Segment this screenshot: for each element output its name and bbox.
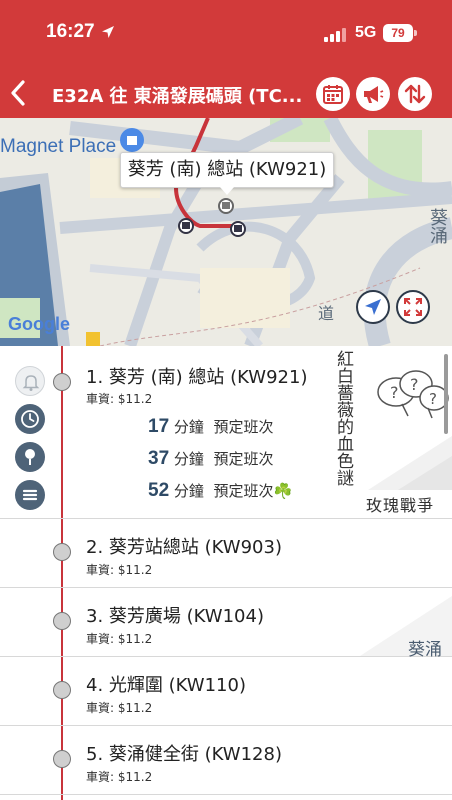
stop-item[interactable]: 5. 葵涌健全街 (KW128) 車資: $11.2: [0, 726, 452, 795]
eta-unit: 分鐘: [173, 482, 204, 500]
app-header: 16:27 5G 79 E32A 往 東涌發展碼頭 (TC...: [0, 0, 452, 120]
stop-item[interactable]: 1. 葵芳 (南) 總站 (KW921) 車資: $11.2 17 分鐘 預定班…: [0, 346, 452, 519]
eta-minutes: 52: [148, 480, 170, 501]
eta-unit: 分鐘: [173, 450, 204, 468]
stop-dot: [53, 750, 71, 768]
eta-note: 預定班次☘️: [213, 482, 293, 500]
battery-tip: [414, 30, 417, 36]
eta-row: 52 分鐘 預定班次☘️: [148, 480, 292, 502]
stop-item[interactable]: 2. 葵芳站總站 (KW903) 車資: $11.2: [0, 519, 452, 588]
reverse-direction-button[interactable]: [398, 77, 432, 111]
location-arrow-icon: [102, 26, 114, 38]
street-label: 葵涌: [427, 208, 448, 244]
clock-icon: [21, 410, 39, 428]
stop-item[interactable]: 4. 光輝圍 (KW110) 車資: $11.2: [0, 657, 452, 726]
poi-label: Magnet Place: [0, 136, 117, 157]
schedule-button[interactable]: [15, 404, 45, 434]
alert-button[interactable]: [15, 366, 45, 396]
eta-row: 37 分鐘 預定班次: [148, 448, 274, 470]
stop-dot: [53, 612, 71, 630]
more-options-button[interactable]: [15, 480, 45, 510]
map-pin-icon: [25, 449, 35, 465]
stop-name: 4. 光輝圍 (KW110): [86, 675, 246, 696]
expand-icon: [404, 298, 422, 316]
eta-note: 預定班次: [213, 450, 274, 468]
chevron-left-icon[interactable]: [6, 78, 30, 108]
selected-stop-bubble: 葵芳 (南) 總站 (KW921): [120, 152, 334, 188]
stop-name: 1. 葵芳 (南) 總站 (KW921): [86, 367, 308, 388]
stop-fare: 車資: $11.2: [86, 701, 153, 715]
bell-icon: [22, 375, 40, 391]
eta-minutes: 37: [148, 448, 170, 469]
eta-note: 預定班次: [213, 418, 274, 436]
street-label: 道: [318, 304, 335, 323]
route-title: E32A 往 東涌發展碼頭 (TC...: [52, 86, 303, 107]
stop-dot: [53, 373, 71, 391]
calendar-icon: [323, 85, 343, 104]
stop-name: 3. 葵芳廣場 (KW104): [86, 606, 264, 627]
eta-minutes: 17: [148, 416, 170, 437]
stop-fare: 車資: $11.2: [86, 392, 153, 406]
stop-list[interactable]: 紅白薔薇的血色謎 ? ? ? 玫瑰戰爭 1. 葵芳 (南) 總站 (KW921)…: [0, 346, 452, 800]
stop-dot: [53, 543, 71, 561]
eta-unit: 分鐘: [173, 418, 204, 436]
stop-name: 5. 葵涌健全街 (KW128): [86, 744, 282, 765]
area-label: 葵涌: [408, 640, 442, 660]
bubble-tail: [220, 187, 234, 195]
signal-icon: [324, 28, 346, 42]
locate-me-button[interactable]: [356, 290, 390, 324]
stop-dot: [53, 681, 71, 699]
stop-fare: 車資: $11.2: [86, 632, 153, 646]
route-map[interactable]: Magnet Place 葵芳 (南) 總站 (KW921) Google 葵涌…: [0, 118, 452, 346]
menu-icon: [22, 489, 38, 501]
stop-location-button[interactable]: [15, 442, 45, 472]
network-type: 5G: [355, 24, 377, 41]
navigation-arrow-icon: [365, 299, 381, 315]
stop-name: 2. 葵芳站總站 (KW903): [86, 537, 282, 558]
timetable-button[interactable]: [316, 77, 350, 111]
expand-map-button[interactable]: [396, 290, 430, 324]
swap-vertical-icon: [404, 84, 426, 104]
eta-row: 17 分鐘 預定班次: [148, 416, 274, 438]
megaphone-icon: [364, 86, 384, 103]
battery-level: 79: [383, 24, 413, 42]
status-bar: 16:27 5G 79: [0, 0, 452, 70]
google-logo: Google: [8, 314, 70, 334]
stop-fare: 車資: $11.2: [86, 563, 153, 577]
status-time: 16:27: [46, 21, 95, 42]
announcement-button[interactable]: [356, 77, 390, 111]
stop-fare: 車資: $11.2: [86, 770, 153, 784]
